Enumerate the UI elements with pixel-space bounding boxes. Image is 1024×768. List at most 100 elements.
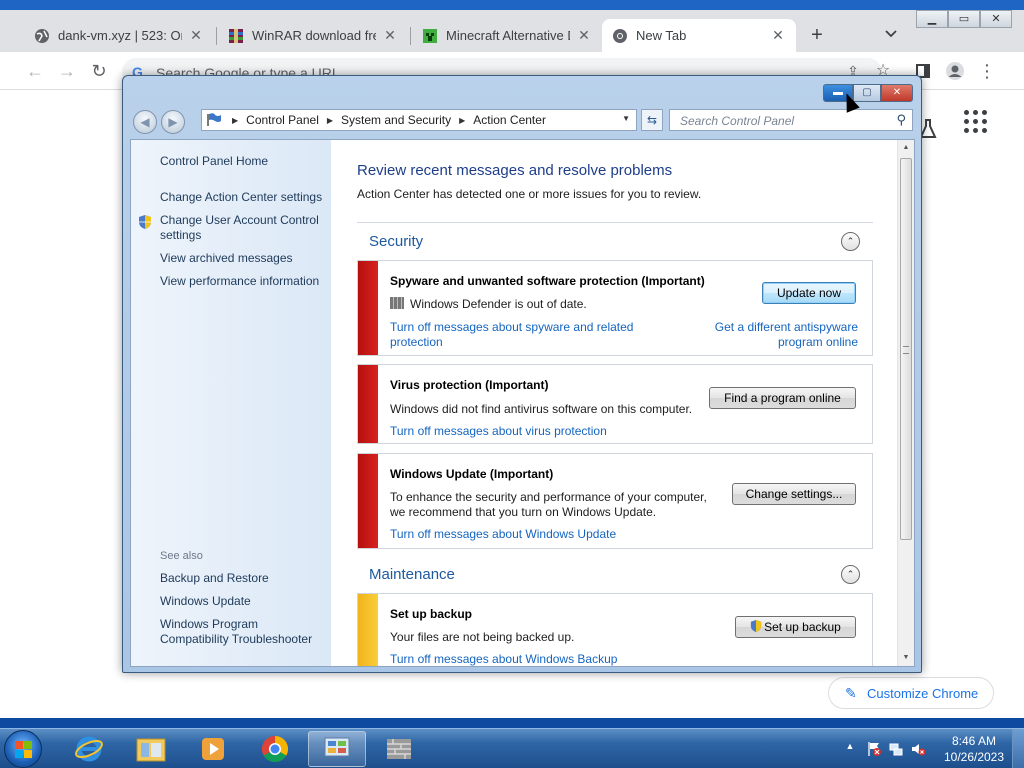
message-backup: Set up backup Your files are not being b… — [357, 593, 873, 666]
breadcrumb-arrow-icon[interactable]: ▶ — [327, 116, 333, 125]
scroll-up-arrow-icon[interactable]: ▲ — [898, 140, 914, 156]
tab-separator — [410, 27, 411, 45]
sidebar-item-backup-restore[interactable]: Backup and Restore — [160, 571, 325, 586]
collapse-maintenance-chevron-icon[interactable]: ⌃ — [841, 565, 860, 584]
tab-title: dank-vm.xyz | 523: Origi — [58, 28, 182, 43]
maximize-button[interactable]: ▢ — [853, 84, 881, 102]
turn-off-spyware-link[interactable]: Turn off messages about spyware and rela… — [390, 320, 640, 350]
google-apps-icon[interactable] — [964, 110, 988, 134]
change-settings-button[interactable]: Change settings... — [732, 483, 856, 505]
sidebar-item-action-center-settings[interactable]: Change Action Center settings — [160, 190, 325, 205]
page-title: Review recent messages and resolve probl… — [357, 162, 673, 179]
network-icon[interactable] — [888, 741, 904, 757]
critical-bar — [358, 365, 378, 443]
address-dropdown-icon[interactable]: ▼ — [622, 114, 630, 123]
new-tab-button[interactable]: + — [806, 24, 828, 46]
close-button[interactable]: ✕ — [980, 10, 1012, 28]
chrome-tab-strip: dank-vm.xyz | 523: Origi ✕ WinRAR downlo… — [0, 10, 1024, 52]
section-maintenance-title[interactable]: Maintenance — [369, 566, 455, 583]
critical-bar — [358, 261, 378, 355]
show-hidden-icons-icon[interactable]: ▲ — [842, 741, 858, 757]
close-tab-icon[interactable]: ✕ — [188, 27, 204, 44]
message-desc: Your files are not being backed up. — [390, 630, 575, 644]
control-panel-taskbar-icon[interactable] — [308, 731, 366, 767]
antispyware-online-link[interactable]: Get a different antispyware program onli… — [708, 320, 858, 350]
minecraft-icon — [422, 28, 438, 44]
refresh-icon[interactable]: ⇆ — [641, 109, 663, 131]
turn-off-virus-link[interactable]: Turn off messages about virus protection — [390, 424, 607, 439]
sidebar-item-uac-settings[interactable]: Change User Account Control settings — [160, 213, 325, 243]
tab-winrar[interactable]: WinRAR download free ✕ — [218, 19, 408, 52]
clock-date: 10/26/2023 — [943, 750, 1005, 764]
message-windows-update: Windows Update (Important) To enhance th… — [357, 453, 873, 549]
breadcrumb-arrow-icon[interactable]: ▶ — [459, 116, 465, 125]
uac-shield-icon — [138, 214, 152, 230]
tab-dank-vm[interactable]: dank-vm.xyz | 523: Origi ✕ — [24, 19, 214, 52]
chevron-down-icon[interactable] — [884, 26, 902, 44]
tab-title: WinRAR download free — [252, 28, 376, 43]
forward-button[interactable]: ▶ — [161, 110, 185, 134]
vertical-scrollbar[interactable]: ▲ ▼ — [897, 140, 914, 666]
system-clock[interactable]: 8:46 AM 10/26/2023 — [938, 733, 1010, 765]
tab-title: New Tab — [636, 28, 687, 43]
sidebar-item-performance-info[interactable]: View performance information — [160, 274, 325, 289]
reload-icon[interactable]: ↻ — [88, 60, 110, 82]
action-center-taskbar-icon[interactable] — [370, 731, 428, 767]
find-program-online-button[interactable]: Find a program online — [709, 387, 856, 409]
chrome-icon — [612, 28, 628, 44]
message-desc: Windows Defender is out of date. — [390, 297, 587, 312]
sidebar-item-compat-troubleshooter[interactable]: Windows Program Compatibility Troublesho… — [160, 617, 325, 647]
chrome-taskbar-icon[interactable] — [246, 731, 304, 767]
sidebar-item-archived-messages[interactable]: View archived messages — [160, 251, 325, 266]
collapse-security-chevron-icon[interactable]: ⌃ — [841, 232, 860, 251]
maximize-button[interactable]: ▭ — [948, 10, 980, 28]
winrar-icon — [228, 28, 244, 44]
scroll-down-arrow-icon[interactable]: ▼ — [898, 650, 914, 666]
message-desc: Windows did not find antivirus software … — [390, 402, 693, 416]
set-up-backup-button[interactable]: Set up backup — [735, 616, 856, 638]
turn-off-backup-link[interactable]: Turn off messages about Windows Backup — [390, 652, 617, 666]
chrome-window-controls: ▁ ▭ ✕ — [916, 10, 1012, 30]
breadcrumb-action-center[interactable]: Action Center — [473, 113, 546, 127]
sidebar-item-windows-update[interactable]: Windows Update — [160, 594, 325, 609]
close-tab-icon[interactable]: ✕ — [382, 27, 398, 44]
scroll-grip-icon — [903, 346, 909, 354]
show-desktop-button[interactable] — [1012, 729, 1024, 768]
start-button[interactable] — [4, 730, 42, 768]
back-button[interactable]: ◀ — [133, 110, 157, 134]
close-button[interactable]: ✕ — [881, 84, 913, 102]
critical-bar — [358, 454, 378, 548]
media-player-icon[interactable] — [184, 731, 242, 767]
search-input[interactable]: Search Control Panel ⚲ — [669, 109, 913, 131]
file-explorer-icon[interactable] — [122, 731, 180, 767]
speaker-muted-icon[interactable] — [910, 741, 926, 757]
close-tab-icon[interactable]: ✕ — [770, 27, 786, 44]
address-bar[interactable]: ▶ Control Panel ▶ System and Security ▶ … — [201, 109, 637, 131]
tab-title: Minecraft Alternative Do — [446, 28, 570, 43]
update-now-button[interactable]: Update now — [762, 282, 856, 304]
forward-arrow-icon[interactable]: → — [56, 60, 78, 82]
search-icon[interactable]: ⚲ — [896, 112, 906, 128]
back-arrow-icon[interactable]: ← — [24, 60, 46, 82]
message-title: Virus protection (Important) — [390, 378, 549, 392]
turn-off-windows-update-link[interactable]: Turn off messages about Windows Update — [390, 527, 616, 542]
tab-new-tab[interactable]: New Tab ✕ — [602, 19, 796, 52]
nav-buttons: ◀ ▶ — [131, 110, 187, 134]
action-center-flag-icon[interactable] — [866, 741, 882, 757]
message-desc: To enhance the security and performance … — [390, 490, 707, 519]
close-tab-icon[interactable]: ✕ — [576, 27, 592, 44]
minimize-button[interactable]: ▁ — [916, 10, 948, 28]
section-security-title[interactable]: Security — [369, 233, 423, 250]
internet-explorer-icon[interactable] — [60, 731, 118, 767]
sidebar-item-home[interactable]: Control Panel Home — [160, 154, 325, 169]
message-title: Set up backup — [390, 607, 473, 621]
kebab-menu-icon[interactable]: ⋮ — [976, 60, 998, 82]
breadcrumb-system-security[interactable]: System and Security — [341, 113, 451, 127]
tab-minecraft[interactable]: Minecraft Alternative Do ✕ — [412, 19, 602, 52]
profile-avatar-icon[interactable] — [944, 60, 966, 82]
globe-icon — [34, 28, 50, 44]
system-tray: ▲ — [840, 737, 940, 761]
breadcrumb-control-panel[interactable]: Control Panel — [246, 113, 319, 127]
main-content: ? Review recent messages and resolve pro… — [331, 140, 899, 666]
customize-chrome-button[interactable]: ✎ Customize Chrome — [828, 677, 994, 709]
